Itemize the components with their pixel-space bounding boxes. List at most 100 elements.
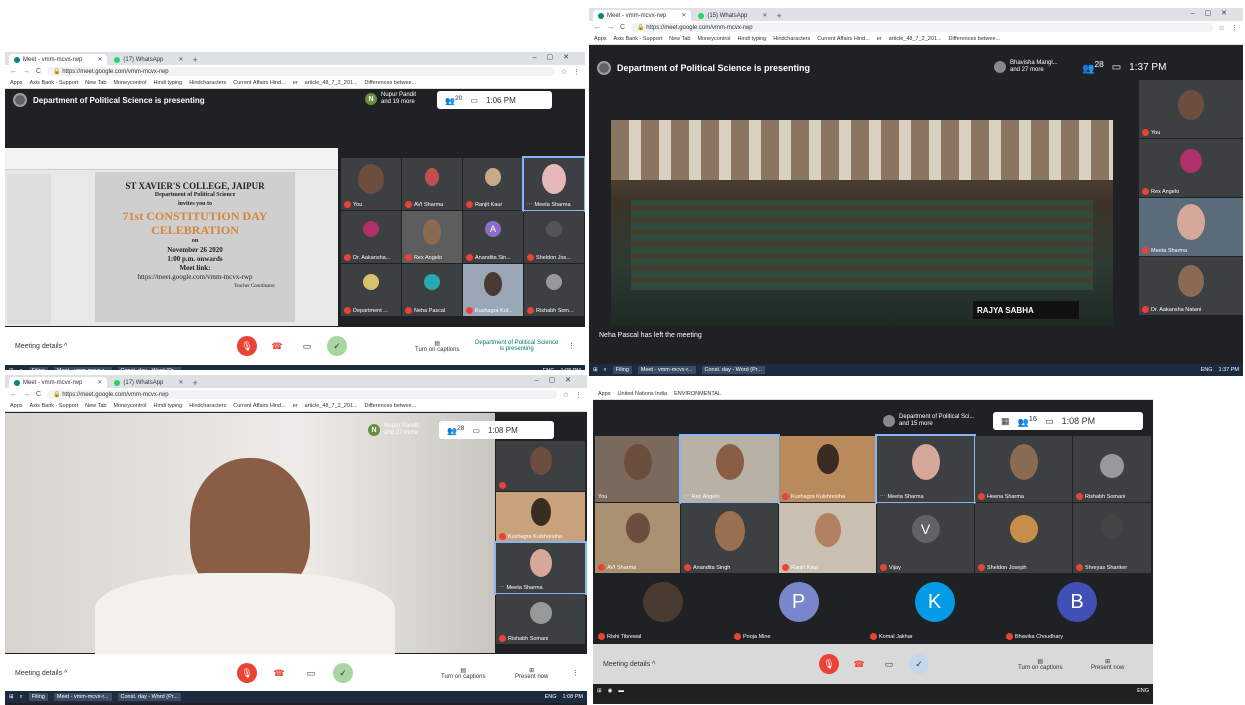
participant-tile[interactable]: Rishabh Som... bbox=[524, 264, 584, 316]
people-icon[interactable]: 👥16 bbox=[1018, 414, 1038, 428]
participant-tile[interactable]: AVI Sharma bbox=[595, 503, 680, 573]
participant-tile[interactable]: Shreyas Shanker bbox=[1073, 503, 1151, 573]
participant-tile[interactable]: Sheldon Joseph bbox=[975, 503, 1072, 573]
participant-tile[interactable]: Kushagra Kul... bbox=[463, 264, 523, 316]
bookmark-item[interactable]: Hindcharacters bbox=[189, 403, 226, 409]
tab-whatsapp[interactable]: (15) WhatsApp ✕ bbox=[693, 10, 772, 21]
participant-tile[interactable]: Rishabh Somani bbox=[496, 594, 585, 644]
participant-tile[interactable]: Heena Sharma bbox=[975, 436, 1072, 502]
taskbar-meet[interactable]: Meet - vmm-mcvx-r... bbox=[53, 367, 112, 370]
chat-icon[interactable]: ▭ bbox=[1045, 416, 1054, 427]
meeting-details-button[interactable]: Meeting details ^ bbox=[15, 670, 67, 677]
tab-meet[interactable]: Meet - vmm-mcvx-rwp ✕ bbox=[9, 377, 108, 388]
present-now-button[interactable]: ⊞ Present now bbox=[515, 667, 548, 680]
start-icon[interactable]: ⊞ bbox=[593, 367, 598, 373]
url-field[interactable]: 🔒 https://meet.google.com/vmm-mcvx-rwp bbox=[47, 67, 555, 76]
bookmark-item[interactable]: article_48_7_2_201... bbox=[305, 80, 358, 86]
bookmark-item[interactable]: United Nations India bbox=[618, 391, 668, 397]
taskbar-meet[interactable]: Meet - vmm-mcvx-r... bbox=[53, 693, 112, 701]
chat-icon[interactable]: ▭ bbox=[472, 426, 480, 435]
forward-icon[interactable]: → bbox=[607, 24, 614, 31]
participant-tile[interactable]: ⋯ Rex Angelo bbox=[679, 434, 780, 504]
bookmark-item[interactable]: Hindi typing bbox=[154, 403, 183, 409]
participant-tile[interactable]: Rex Angelo bbox=[402, 211, 462, 263]
participant-tile[interactable] bbox=[496, 441, 585, 491]
search-icon[interactable]: ⌕ bbox=[604, 367, 607, 374]
participant-tile[interactable]: You bbox=[595, 436, 680, 502]
mic-button[interactable]: 🎙 bbox=[819, 654, 839, 674]
participant-tile[interactable]: Dr. Aakansha Natani bbox=[1139, 257, 1243, 315]
participant-tile[interactable]: You bbox=[1139, 80, 1243, 138]
bookmark-item[interactable]: Apps bbox=[10, 403, 23, 409]
meeting-details-button[interactable]: Meeting details ^ bbox=[15, 343, 67, 350]
taskbar-meet[interactable]: Meet - vmm-mcvx-r... bbox=[637, 366, 696, 374]
chat-icon[interactable]: ▭ bbox=[470, 96, 478, 105]
participant-tile[interactable]: A Anandita Sin... bbox=[463, 211, 523, 263]
bookmark-item[interactable]: Differences betwee... bbox=[365, 403, 417, 409]
chat-icon[interactable]: ▭ bbox=[1112, 62, 1121, 73]
search-icon[interactable]: ⌕ bbox=[20, 368, 23, 371]
more-icon[interactable]: ⋮ bbox=[568, 342, 575, 350]
more-icon[interactable]: ⋮ bbox=[572, 669, 579, 677]
extensions-icon[interactable]: ⋮ bbox=[1231, 24, 1238, 32]
taskbar-word[interactable]: Const. day - Word (Pr... bbox=[117, 693, 181, 701]
window-controls[interactable]: –▢✕ bbox=[535, 376, 581, 384]
bookmark-item[interactable]: New Tab bbox=[85, 80, 106, 86]
taskbar-filing[interactable]: Filing bbox=[612, 366, 632, 374]
close-icon[interactable]: ✕ bbox=[178, 379, 183, 386]
participant-tile[interactable]: Rishi Tibrewal bbox=[595, 574, 730, 642]
camera-button[interactable]: ▭ bbox=[879, 654, 899, 674]
bookmark-item[interactable]: Apps bbox=[594, 36, 607, 42]
close-icon[interactable]: ✕ bbox=[97, 379, 102, 386]
back-icon[interactable]: ← bbox=[594, 24, 601, 31]
bookmark-item[interactable]: Current Affairs Hind... bbox=[233, 80, 285, 86]
bookmark-item[interactable]: er bbox=[293, 80, 298, 86]
taskbar-word[interactable]: Const. day - Word (Pr... bbox=[701, 366, 765, 374]
participant-tile[interactable]: P Pooja Mine bbox=[731, 574, 866, 642]
new-tab-button[interactable]: + bbox=[776, 11, 781, 21]
participant-tile[interactable]: Rishabh Somani bbox=[1073, 436, 1151, 502]
bookmark-item[interactable]: Current Affairs Hind... bbox=[233, 403, 285, 409]
url-field[interactable]: 🔒 https://meet.google.com/vmm-mcvx-rwp bbox=[631, 23, 1213, 32]
bookmark-item[interactable]: Differences betwee... bbox=[949, 36, 1001, 42]
participant-tile[interactable]: Anandita Singh bbox=[681, 503, 778, 573]
hangup-button[interactable]: ☎ bbox=[269, 663, 289, 683]
url-field[interactable]: 🔒 https://meet.google.com/vmm-mcvx-rwp bbox=[47, 390, 557, 399]
bookmark-item[interactable]: article_48_7_2_201... bbox=[305, 403, 358, 409]
people-icon[interactable]: 👥28 bbox=[447, 425, 464, 436]
captions-button[interactable]: ▤ Turn on captions bbox=[1018, 658, 1062, 671]
close-icon[interactable]: ✕ bbox=[97, 56, 102, 63]
participant-tile[interactable]: Ranjit Kaur bbox=[779, 503, 876, 573]
present-now-button[interactable]: ⊞ Present now bbox=[1091, 658, 1124, 671]
bookmark-item[interactable]: Apps bbox=[10, 80, 23, 86]
window-controls[interactable]: –▢✕ bbox=[533, 53, 579, 61]
start-icon[interactable]: ⊞ bbox=[9, 694, 14, 700]
bookmark-item[interactable]: New Tab bbox=[669, 36, 690, 42]
bookmark-item[interactable]: New Tab bbox=[85, 403, 106, 409]
extensions-icon[interactable]: ⋮ bbox=[573, 68, 580, 76]
bookmark-item[interactable]: Axis Bank - Support bbox=[30, 80, 79, 86]
tab-meet[interactable]: Meet - vmm-mcvx-rwp ✕ bbox=[9, 54, 108, 65]
participant-tile[interactable]: Ranjit Kaur bbox=[463, 158, 523, 210]
reload-icon[interactable]: C bbox=[36, 68, 41, 75]
captions-button[interactable]: ▤ Turn on captions bbox=[441, 667, 485, 680]
participant-tile[interactable]: Kushagra Kulshrestha bbox=[496, 492, 585, 542]
taskbar-filing[interactable]: Filing bbox=[28, 367, 48, 370]
window-controls[interactable]: –▢✕ bbox=[1191, 9, 1237, 17]
camera-button[interactable]: ▭ bbox=[297, 336, 317, 356]
start-icon[interactable]: ⊞ bbox=[9, 368, 14, 370]
bookmark-item[interactable]: article_48_7_2_201... bbox=[889, 36, 942, 42]
extensions-icon[interactable]: ⋮ bbox=[575, 391, 582, 399]
present-button[interactable]: ✓ bbox=[327, 336, 347, 356]
star-icon[interactable]: ☆ bbox=[561, 68, 567, 76]
hangup-button[interactable]: ☎ bbox=[849, 654, 869, 674]
back-icon[interactable]: ← bbox=[10, 391, 17, 398]
bookmark-item[interactable]: Moneycontrol bbox=[113, 80, 146, 86]
captions-button[interactable]: ▤ Turn on captions bbox=[415, 340, 459, 353]
new-tab-button[interactable]: + bbox=[192, 378, 197, 388]
participant-tile[interactable]: Kushagra Kulshrestha bbox=[779, 436, 876, 502]
hangup-button[interactable]: ☎ bbox=[267, 336, 287, 356]
participant-tile[interactable]: AVI Sharma bbox=[402, 158, 462, 210]
presenting-button[interactable]: Department of Political Science is prese… bbox=[475, 340, 558, 352]
forward-icon[interactable]: → bbox=[23, 68, 30, 75]
